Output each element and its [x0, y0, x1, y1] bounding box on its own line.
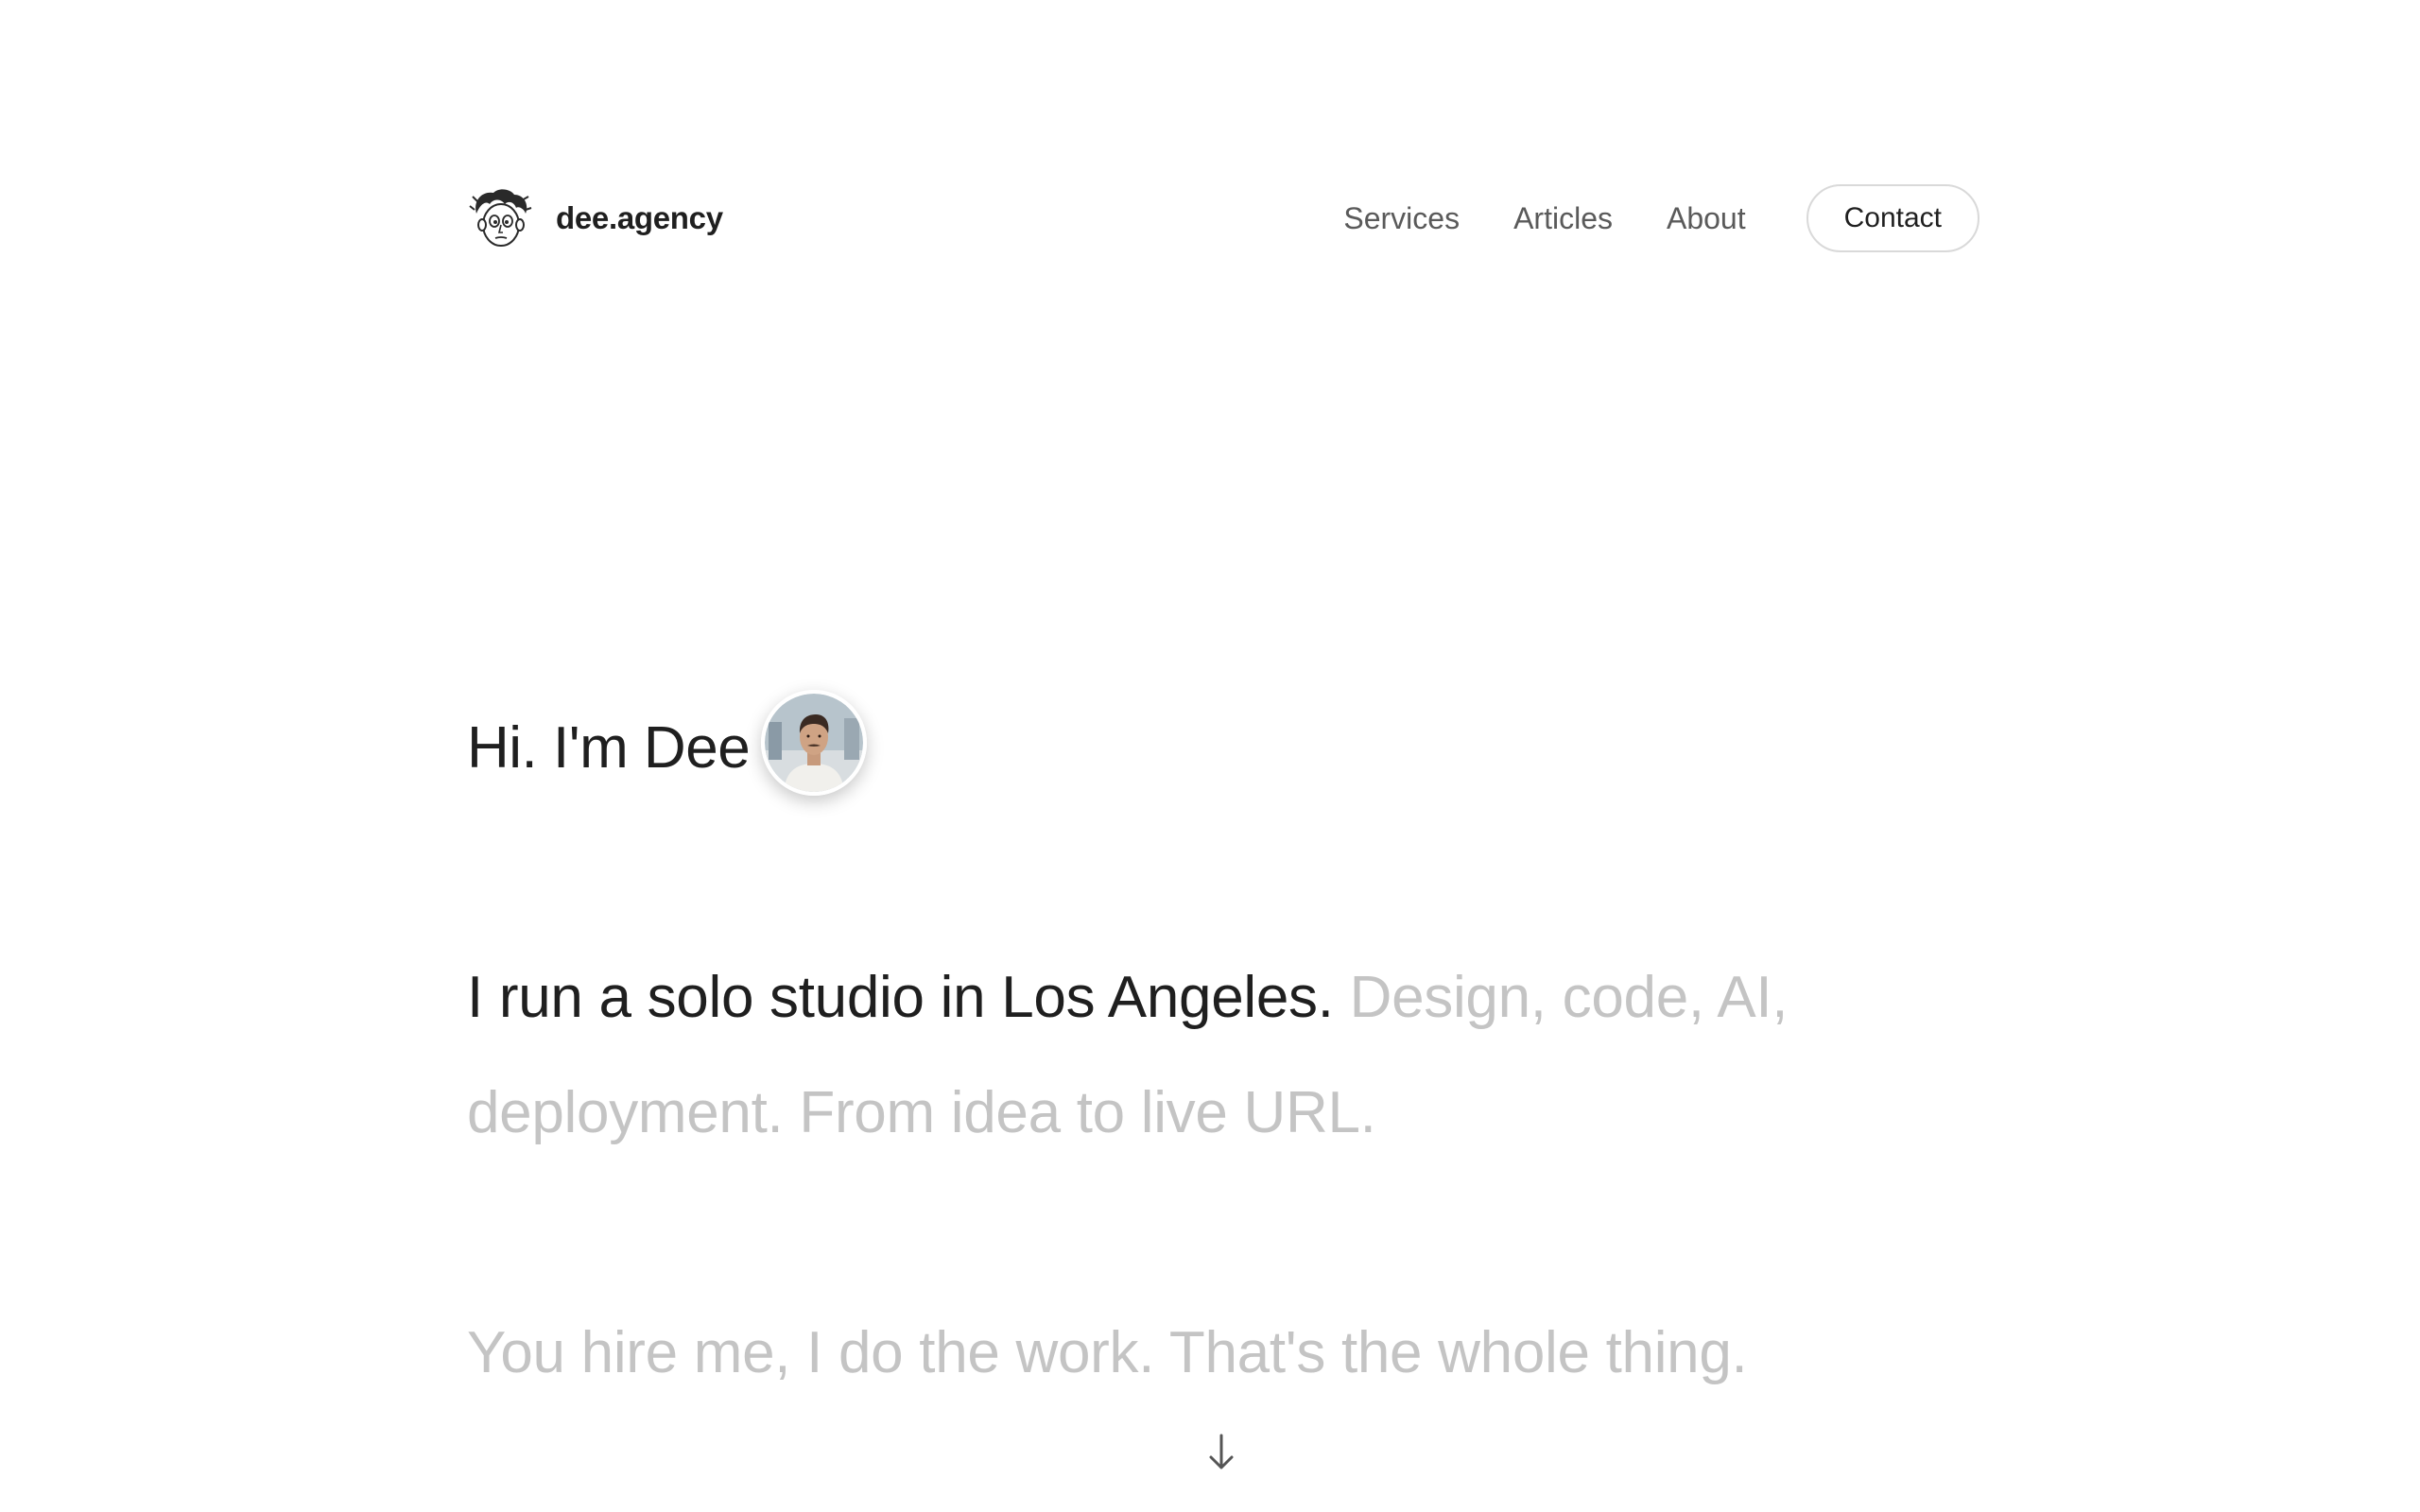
- caricature-face-icon: [469, 189, 532, 247]
- nav-link-articles[interactable]: Articles: [1513, 201, 1613, 236]
- greeting-row: Hi. I'm Dee: [467, 690, 868, 796]
- nav-link-services[interactable]: Services: [1343, 201, 1460, 236]
- brand-link[interactable]: dee.agency: [467, 185, 723, 251]
- arrow-down-icon[interactable]: [1206, 1433, 1236, 1472]
- site-header: dee.agency Services Articles About Conta…: [467, 183, 1979, 253]
- main-nav: Services Articles About Contact: [1343, 184, 1979, 252]
- nav-link-about[interactable]: About: [1667, 201, 1746, 236]
- intro-strong-text: I run a solo studio in Los Angeles.: [467, 965, 1334, 1030]
- page: dee.agency Services Articles About Conta…: [0, 0, 2420, 1512]
- brand-name: dee.agency: [556, 200, 723, 235]
- tagline: You hire me, I do the work. That's the w…: [467, 1320, 1748, 1385]
- intro-paragraph: I run a solo studio in Los Angeles. Desi…: [467, 940, 1942, 1171]
- greeting-heading: Hi. I'm Dee: [467, 714, 751, 781]
- avatar: [761, 690, 868, 796]
- contact-button[interactable]: Contact: [1806, 184, 1979, 252]
